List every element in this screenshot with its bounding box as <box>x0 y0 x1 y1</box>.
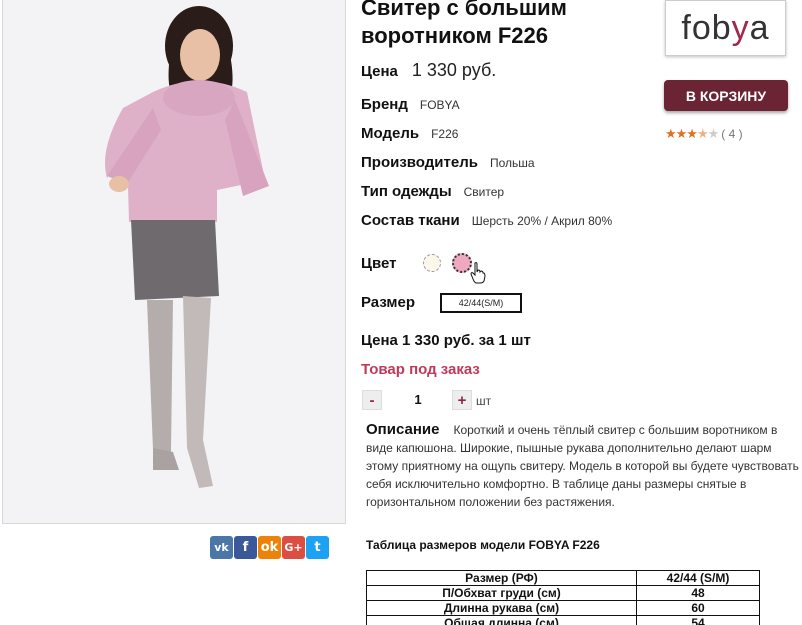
maker-value: Польша <box>489 156 535 170</box>
maker-row: Производитель Польша <box>361 154 535 171</box>
brand-logo[interactable]: fob y a <box>665 0 786 56</box>
color-row: Цвет <box>361 255 396 272</box>
facebook-share-icon[interactable]: f <box>234 536 257 559</box>
table-cell: 48 <box>636 585 760 601</box>
quantity-unit: шт <box>476 394 492 408</box>
table-header: 42/44 (S/M) <box>636 570 760 586</box>
table-cell: Длинна рукава (см) <box>366 600 637 616</box>
size-label: Размер <box>361 294 416 311</box>
brand-label: Бренд <box>361 96 408 113</box>
description: Описание Короткий и очень тёплый свитер с… <box>366 421 802 511</box>
model-label: Модель <box>361 125 420 142</box>
vk-share-icon[interactable]: vk <box>210 536 233 559</box>
table-header-row: Размер (РФ) 42/44 (S/M) <box>366 570 760 586</box>
price-value: 1 330 руб. <box>411 60 497 80</box>
table-cell: 60 <box>636 600 760 616</box>
price-row: Цена 1 330 руб. <box>361 60 496 81</box>
color-swatch-cream[interactable] <box>423 254 441 272</box>
rating-count: ( 4 ) <box>721 127 743 141</box>
table-row: П/Обхват груди (см) 48 <box>366 585 760 601</box>
model-row: Модель F226 <box>361 125 458 142</box>
type-value: Свитер <box>463 185 505 199</box>
fabric-value: Шерсть 20% / Акрил 80% <box>471 214 613 228</box>
logo-text-b: y <box>731 8 750 47</box>
star-filled-icon: ★★★ <box>665 126 698 141</box>
model-value: F226 <box>431 127 459 141</box>
maker-label: Производитель <box>361 154 478 171</box>
twitter-share-icon[interactable]: t <box>306 536 329 559</box>
quantity-decrease-button[interactable]: - <box>362 390 382 410</box>
table-header: Размер (РФ) <box>366 570 637 586</box>
quantity-input[interactable]: 1 <box>408 392 428 407</box>
rating[interactable]: ★★★★★ ( 4 ) <box>665 126 743 142</box>
brand-value: FOBYA <box>419 98 460 112</box>
logo-text-c: a <box>749 8 770 47</box>
star-half-icon: ★ <box>696 126 709 141</box>
size-option-42-44[interactable]: 42/44(S/M) <box>440 293 522 313</box>
type-row: Тип одежды Свитер <box>361 183 504 200</box>
hand-cursor-icon <box>470 262 486 284</box>
table-cell: П/Обхват груди (см) <box>366 585 637 601</box>
price-label: Цена <box>361 63 398 80</box>
fabric-row: Состав ткани Шерсть 20% / Акрил 80% <box>361 212 612 229</box>
table-row: Общая длинна (см) 54 <box>366 615 760 625</box>
rating-stars: ★★★★★ <box>665 126 720 142</box>
color-label: Цвет <box>361 255 397 272</box>
star-empty-icon: ★ <box>707 126 720 141</box>
description-title: Описание <box>366 421 440 438</box>
quantity-increase-button[interactable]: + <box>452 390 472 410</box>
size-table-title: Таблица размеров модели FOBYA F226 <box>366 538 600 552</box>
add-to-cart-button[interactable]: В КОРЗИНУ <box>664 80 788 111</box>
table-row: Длинна рукава (см) 60 <box>366 600 760 616</box>
color-swatch-pink[interactable] <box>452 253 472 273</box>
odnoklassniki-share-icon[interactable]: ok <box>258 536 281 559</box>
google-plus-share-icon[interactable]: G+ <box>282 536 305 559</box>
size-table: Размер (РФ) 42/44 (S/M) П/Обхват груди (… <box>366 570 760 625</box>
table-cell: Общая длинна (см) <box>366 615 637 625</box>
share-bar: vk f ok G+ t <box>210 536 330 559</box>
product-title: Свитер с большим воротником F226 <box>361 0 567 48</box>
fabric-label: Состав ткани <box>361 212 460 229</box>
order-status: Товар под заказ <box>361 361 480 378</box>
brand-row: Бренд FOBYA <box>361 96 460 113</box>
unit-price: Цена 1 330 руб. за 1 шт <box>361 332 531 349</box>
type-label: Тип одежды <box>361 183 452 200</box>
size-row: Размер <box>361 294 415 311</box>
product-image <box>3 0 345 523</box>
product-photo[interactable] <box>2 0 346 524</box>
table-cell: 54 <box>636 615 760 625</box>
logo-text-a: fob <box>681 8 732 47</box>
